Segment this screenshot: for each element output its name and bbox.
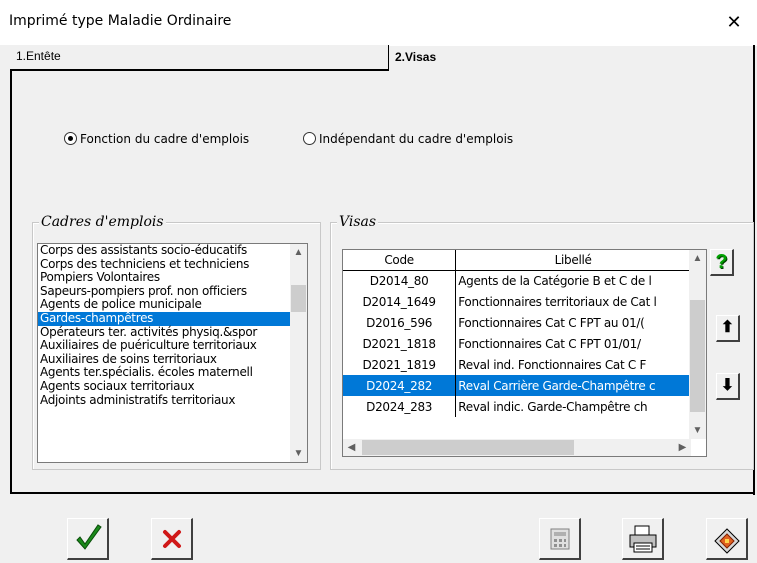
panel-border-bottom: [10, 492, 755, 494]
close-icon[interactable]: ✕: [711, 0, 757, 45]
visas-hscrollbar[interactable]: ◀ ▶: [343, 439, 691, 456]
tab-entete[interactable]: 1.Entête: [10, 45, 389, 71]
col-header-code[interactable]: Code: [343, 250, 457, 271]
scroll-left-icon[interactable]: ◀: [343, 439, 360, 456]
cadres-group: Cadres d'emplois Corps des assistants so…: [32, 214, 321, 470]
radio-fonction-cadre[interactable]: Fonction du cadre d'emplois: [64, 132, 249, 146]
visa-code-cell: D2021_1818: [343, 333, 457, 354]
visa-libelle-cell: Fonctionnaires Cat C FPT 01/01/: [455, 333, 691, 354]
visa-row[interactable]: D2024_283 Reval indic. Garde-Champêtre ch: [343, 396, 691, 417]
visa-code-cell: D2024_282: [343, 375, 457, 396]
visas-grid[interactable]: Code Libellé D2014_80 Agents de la Catégo…: [342, 249, 707, 457]
visa-libelle-cell: Reval ind. Fonctionnaires Cat C F: [455, 354, 691, 375]
cadre-list-item[interactable]: Agents sociaux territoriaux: [38, 379, 307, 394]
visa-row[interactable]: D2014_1649 Fonctionnaires territoriaux de…: [343, 291, 691, 312]
panel-border-left: [10, 71, 12, 493]
cadre-list-item[interactable]: Auxiliaires de soins territoriaux: [38, 352, 307, 367]
visa-code-cell: D2024_283: [343, 396, 457, 417]
cancel-button[interactable]: [151, 518, 193, 560]
cadres-group-title: Cadres d'emplois: [39, 214, 166, 230]
visa-row[interactable]: D2021_1818 Fonctionnaires Cat C FPT 01/01…: [343, 333, 691, 354]
window-title: Imprimé type Maladie Ordinaire: [9, 13, 232, 29]
visas-vscrollbar[interactable]: ▲ ▼: [689, 250, 706, 439]
visa-code-cell: D2014_80: [343, 270, 457, 291]
cadres-listbox[interactable]: Corps des assistants socio-éducatifs Corp…: [37, 243, 308, 463]
visa-libelle-cell: Fonctionnaires Cat C FPT au 01/(: [455, 312, 691, 333]
cadre-list-item[interactable]: Corps des assistants socio-éducatifs: [38, 244, 307, 258]
radio-unchecked-icon[interactable]: [303, 132, 316, 145]
visas-table: Code Libellé D2014_80 Agents de la Catégo…: [343, 250, 691, 417]
tab-bar: 1.Entête 2.Visas: [0, 45, 757, 71]
validate-button[interactable]: [67, 518, 109, 560]
visa-libelle-cell: Agents de la Catégorie B et C de l: [455, 270, 691, 291]
scroll-thumb[interactable]: [291, 285, 306, 312]
cadre-list-item[interactable]: Opérateurs ter. activités physiq.&spor: [38, 325, 307, 340]
help-icon: ?: [715, 251, 728, 273]
cadre-list-item[interactable]: Gardes-champêtres: [38, 311, 307, 326]
cadres-list: Corps des assistants socio-éducatifs Corp…: [38, 244, 307, 407]
cross-icon: [163, 530, 181, 548]
move-up-button[interactable]: ⬆: [716, 315, 740, 342]
cadre-list-item[interactable]: Agents ter.spécialis. écoles maternell: [38, 366, 307, 380]
tab-visas[interactable]: 2.Visas: [389, 45, 757, 71]
radio-fonction-label: Fonction du cadre d'emplois: [80, 132, 250, 146]
calculator-icon: [550, 528, 570, 550]
scroll-down-icon[interactable]: ▼: [290, 445, 307, 462]
col-header-libelle[interactable]: Libellé: [455, 250, 691, 271]
arrow-up-icon: ⬆: [720, 319, 735, 336]
visa-code-cell: D2016_596: [343, 312, 457, 333]
edit-button[interactable]: [706, 518, 748, 560]
radio-checked-icon[interactable]: [64, 132, 77, 145]
scroll-thumb[interactable]: [690, 300, 705, 412]
help-button[interactable]: ?: [710, 249, 734, 276]
cadre-list-item[interactable]: Auxiliaires de puériculture territoriaux: [38, 339, 307, 353]
eraser-icon: [714, 528, 740, 554]
scroll-up-icon[interactable]: ▲: [689, 250, 706, 267]
visas-group: Visas Code Libellé D2014_80 Agents de la …: [330, 214, 754, 470]
cadre-list-item[interactable]: Adjoints administratifs territoriaux: [38, 393, 307, 408]
move-down-button[interactable]: ⬇: [716, 373, 740, 400]
visa-row[interactable]: D2024_282 Reval Carrière Garde-Champêtre …: [343, 375, 691, 396]
visa-libelle-cell: Reval indic. Garde-Champêtre ch: [455, 396, 691, 417]
checkmark-icon: [76, 524, 102, 550]
visa-code-cell: D2014_1649: [343, 291, 457, 312]
visa-code-cell: D2021_1819: [343, 354, 457, 375]
visa-libelle-cell: Fonctionnaires territoriaux de Cat l: [455, 291, 691, 312]
cadre-list-item[interactable]: Agents de police municipale: [38, 298, 307, 312]
scroll-down-icon[interactable]: ▼: [689, 422, 706, 439]
dialog-window: Imprimé type Maladie Ordinaire ✕ 1.Entêt…: [0, 0, 757, 563]
cadres-scrollbar[interactable]: ▲ ▼: [290, 244, 307, 462]
cadre-list-item[interactable]: Pompiers Volontaires: [38, 271, 307, 285]
scroll-right-icon[interactable]: ▶: [674, 439, 691, 456]
scroll-up-icon[interactable]: ▲: [290, 244, 307, 261]
printer-icon: [629, 525, 657, 553]
arrow-down-icon: ⬇: [720, 377, 735, 394]
visa-row[interactable]: D2014_80 Agents de la Catégorie B et C de…: [343, 270, 691, 291]
cadre-list-item[interactable]: Corps des techniciens et techniciens: [38, 257, 307, 272]
scroll-thumb[interactable]: [362, 440, 574, 455]
visas-header-row: Code Libellé: [343, 250, 691, 271]
radio-independant-cadre[interactable]: Indépendant du cadre d'emplois: [303, 132, 513, 146]
print-button[interactable]: [622, 518, 664, 560]
calculator-button[interactable]: [539, 518, 581, 560]
cadre-list-item[interactable]: Sapeurs-pompiers prof. non officiers: [38, 284, 307, 299]
visa-row[interactable]: D2016_596 Fonctionnaires Cat C FPT au 01/…: [343, 312, 691, 333]
radio-independant-label: Indépendant du cadre d'emplois: [319, 132, 514, 146]
title-bar: Imprimé type Maladie Ordinaire ✕: [0, 0, 757, 45]
visas-group-title: Visas: [337, 214, 379, 230]
visa-libelle-cell: Reval Carrière Garde-Champêtre c: [455, 375, 691, 396]
visa-row[interactable]: D2021_1819 Reval ind. Fonctionnaires Cat …: [343, 354, 691, 375]
